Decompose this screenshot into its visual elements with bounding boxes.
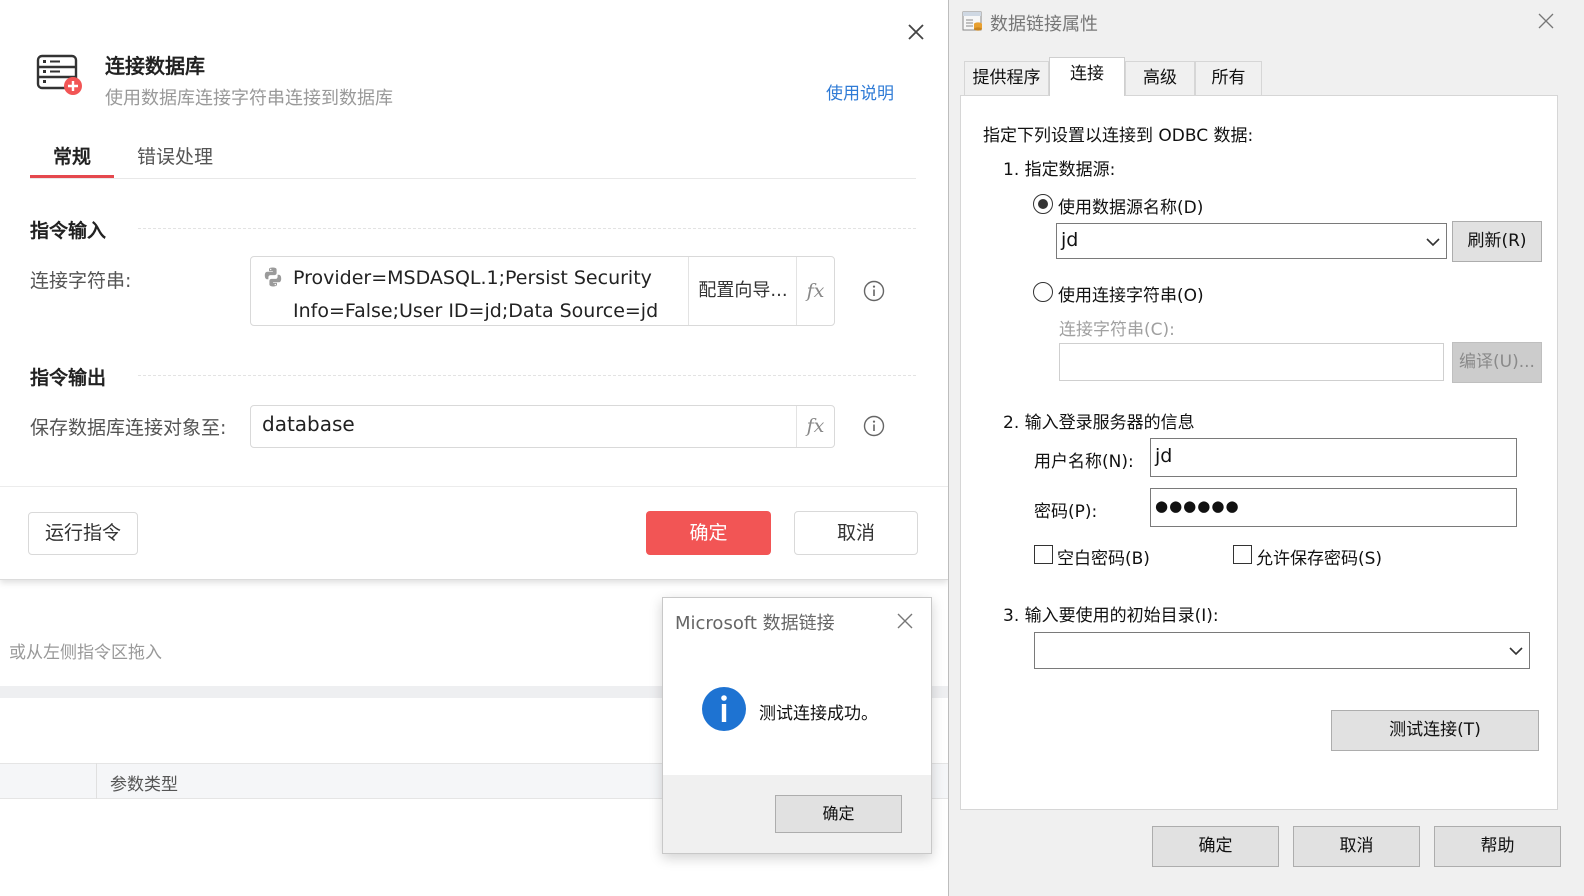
python-icon [264, 267, 282, 287]
allow-save-password-label: 允许保存密码(S) [1256, 549, 1383, 569]
fx-expression-button[interactable]: fx [797, 257, 834, 325]
connection-string-value: Provider=MSDASQL.1;Persist Security Info… [293, 262, 683, 328]
section-divider [138, 228, 916, 229]
database-connect-icon [36, 54, 82, 95]
window-title: 数据链接属性 [990, 14, 1098, 35]
datalink-ok-button[interactable]: 确定 [1152, 826, 1279, 867]
chevron-down-icon [1426, 238, 1440, 247]
param-table-column-divider [96, 763, 97, 799]
info-icon [702, 687, 746, 731]
connection-string-line-1: Provider=MSDASQL.1;Persist Security [293, 267, 652, 289]
connection-string-label: 连接字符串(C): [1059, 320, 1175, 340]
dsn-value: jd [1061, 229, 1079, 251]
message-box-title: Microsoft 数据链接 [675, 613, 835, 634]
username-input[interactable]: jd [1150, 438, 1517, 477]
run-command-button[interactable]: 运行指令 [28, 512, 138, 555]
connection-string-input [1059, 343, 1444, 381]
footer-divider [0, 486, 948, 487]
info-icon[interactable] [863, 415, 885, 437]
step1-heading: 1. 指定数据源: [1003, 160, 1116, 180]
password-value: ●●●●●● [1155, 497, 1240, 515]
tab-advanced[interactable]: 高级 [1125, 61, 1195, 95]
tab-provider[interactable]: 提供程序 [964, 61, 1049, 95]
section-divider [138, 375, 916, 376]
tab-all[interactable]: 所有 [1195, 61, 1262, 95]
close-icon[interactable] [1535, 10, 1557, 32]
tabs-divider [30, 178, 916, 179]
datalink-help-button[interactable]: 帮助 [1434, 826, 1561, 867]
dsn-select[interactable]: jd [1056, 223, 1447, 259]
message-text: 测试连接成功。 [759, 704, 878, 724]
data-link-icon [962, 11, 982, 31]
output-section-title: 指令输出 [30, 367, 107, 389]
tab-connection[interactable]: 连接 [1049, 57, 1125, 96]
tab-error-handling[interactable]: 错误处理 [130, 142, 220, 178]
close-icon[interactable] [894, 610, 916, 632]
initial-catalog-select[interactable] [1034, 632, 1530, 669]
password-label: 密码(P): [1034, 502, 1098, 522]
save-variable-value: database [262, 412, 355, 436]
help-link[interactable]: 使用说明 [826, 79, 894, 104]
test-connection-button[interactable]: 测试连接(T) [1331, 710, 1539, 751]
param-type-column-header: 参数类型 [110, 775, 178, 795]
refresh-button[interactable]: 刷新(R) [1452, 221, 1542, 262]
radio-use-dsn[interactable] [1033, 194, 1053, 214]
ok-button[interactable]: 确定 [646, 511, 771, 555]
input-section-title: 指令输入 [30, 220, 107, 242]
allow-save-password-checkbox[interactable] [1233, 545, 1252, 564]
close-icon[interactable] [904, 20, 928, 44]
radio-use-connection-string[interactable] [1033, 282, 1053, 302]
dialog-subtitle: 使用数据库连接字符串连接到数据库 [105, 88, 393, 109]
radio-selected-dot [1038, 199, 1048, 209]
connection-string-line-2: Info=False;User ID=jd;Data Source=jd [293, 300, 659, 322]
chevron-down-icon [1509, 647, 1523, 656]
blank-password-label: 空白密码(B) [1057, 549, 1150, 569]
step2-heading: 2. 输入登录服务器的信息 [1003, 413, 1195, 433]
username-value: jd [1155, 445, 1173, 467]
fx-expression-button[interactable]: fx [797, 406, 834, 447]
cancel-button[interactable]: 取消 [794, 511, 918, 555]
connection-string-label: 连接字符串: [30, 270, 132, 292]
blank-password-checkbox[interactable] [1034, 545, 1053, 564]
radio-use-dsn-label: 使用数据源名称(D) [1058, 198, 1204, 218]
message-ok-button[interactable]: 确定 [775, 795, 902, 833]
compile-button: 编译(U)... [1452, 342, 1542, 383]
drag-hint-text: 或从左侧指令区拖入 [9, 643, 162, 663]
password-input[interactable]: ●●●●●● [1150, 488, 1517, 527]
username-label: 用户名称(N): [1034, 452, 1134, 472]
step3-heading: 3. 输入要使用的初始目录(I): [1003, 606, 1219, 626]
tab-general[interactable]: 常规 [30, 142, 114, 178]
dialog-title: 连接数据库 [105, 54, 205, 78]
datalink-cancel-button[interactable]: 取消 [1293, 826, 1420, 867]
radio-use-connection-string-label: 使用连接字符串(O) [1058, 286, 1204, 306]
info-icon[interactable] [863, 280, 885, 302]
intro-text: 指定下列设置以连接到 ODBC 数据: [983, 126, 1254, 146]
save-to-label: 保存数据库连接对象至: [30, 417, 227, 439]
config-wizard-button[interactable]: 配置向导... [689, 257, 797, 325]
